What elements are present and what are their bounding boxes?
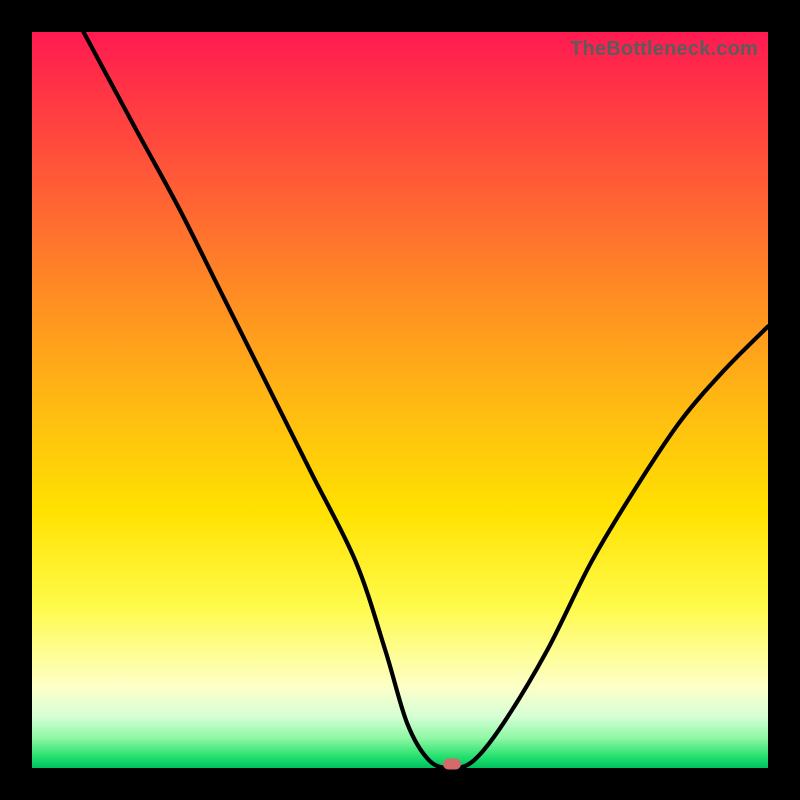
bottleneck-curve [32,32,768,768]
optimum-marker [443,758,461,769]
plot-area: TheBottleneck.com [32,32,768,768]
chart-frame: TheBottleneck.com [0,0,800,800]
